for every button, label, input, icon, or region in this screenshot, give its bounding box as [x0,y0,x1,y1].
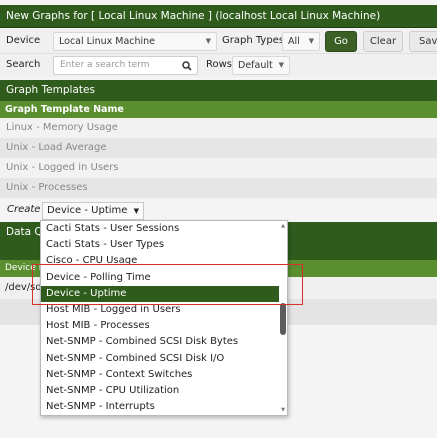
create-dropdown-list[interactable]: Cacti Stats - User Sessions Cacti Stats … [40,220,288,416]
search-placeholder: Enter a search term [60,60,150,70]
device-select[interactable]: Local Linux Machine ▼ [53,32,217,51]
create-row: Create Device - Uptime ▼ [0,200,437,222]
rows-label: Rows [206,59,233,70]
search-icon [182,61,192,71]
create-select[interactable]: Device - Uptime ▼ [42,202,144,220]
go-button[interactable]: Go [325,31,357,52]
clear-button[interactable]: Clear [363,31,403,52]
rows-select[interactable]: Default ▼ [232,56,290,75]
graph-types-label: Graph Types [222,35,285,46]
search-input[interactable]: Enter a search term [53,56,198,75]
dropdown-option[interactable]: Net-SNMP - CPU Utilization [41,383,279,399]
dropdown-option[interactable]: Net-SNMP - Context Switches [41,367,279,383]
rows-value: Default [238,60,273,71]
create-label: Create [7,204,41,215]
template-row: Unix - Logged in Users [0,158,437,178]
dropdown-option[interactable]: Net-SNMP - Combined SCSI Disk I/O [41,351,279,367]
scroll-down-icon[interactable]: ▼ [280,407,286,413]
graph-templates-header: Graph Templates [0,80,437,101]
scroll-up-icon[interactable]: ▲ [280,223,286,229]
dropdown-option[interactable]: Net-SNMP - Interrupts [41,399,279,415]
chevron-down-icon: ▼ [133,207,139,215]
dropdown-option[interactable]: Cacti Stats - User Types [41,237,279,253]
template-row: Unix - Processes [0,178,437,198]
create-select-value: Device - Uptime [47,205,128,216]
device-label: Device [6,35,41,46]
template-row: Unix - Load Average [0,138,437,158]
save-button[interactable]: Save [409,31,437,52]
dropdown-option[interactable]: Host MIB - Processes [41,318,279,334]
chevron-down-icon: ▼ [308,37,314,45]
scrollbar-thumb[interactable] [280,303,286,335]
annotation-highlight-box [32,264,303,305]
device-select-value: Local Linux Machine [59,36,156,47]
page-title: New Graphs for [ Local Linux Machine ] (… [0,5,437,28]
filter-row-device: Device Local Linux Machine ▼ Graph Types… [0,29,437,54]
graph-template-name-column: Graph Template Name [0,101,437,118]
chevron-down-icon: ▼ [278,61,284,69]
dropdown-option[interactable]: Net-SNMP - Combined SCSI Disk Bytes [41,334,279,350]
dropdown-scrollbar[interactable]: ▲ ▼ [280,223,286,413]
template-row: Linux - Memory Usage [0,118,437,138]
graph-types-value: All [288,36,300,47]
graph-types-select[interactable]: All ▼ [282,32,320,51]
search-label: Search [6,59,41,70]
filter-row-search: Search Enter a search term Rows Default … [0,54,437,77]
dropdown-option[interactable]: Cacti Stats - User Sessions [41,221,279,237]
chevron-down-icon: ▼ [205,37,211,45]
